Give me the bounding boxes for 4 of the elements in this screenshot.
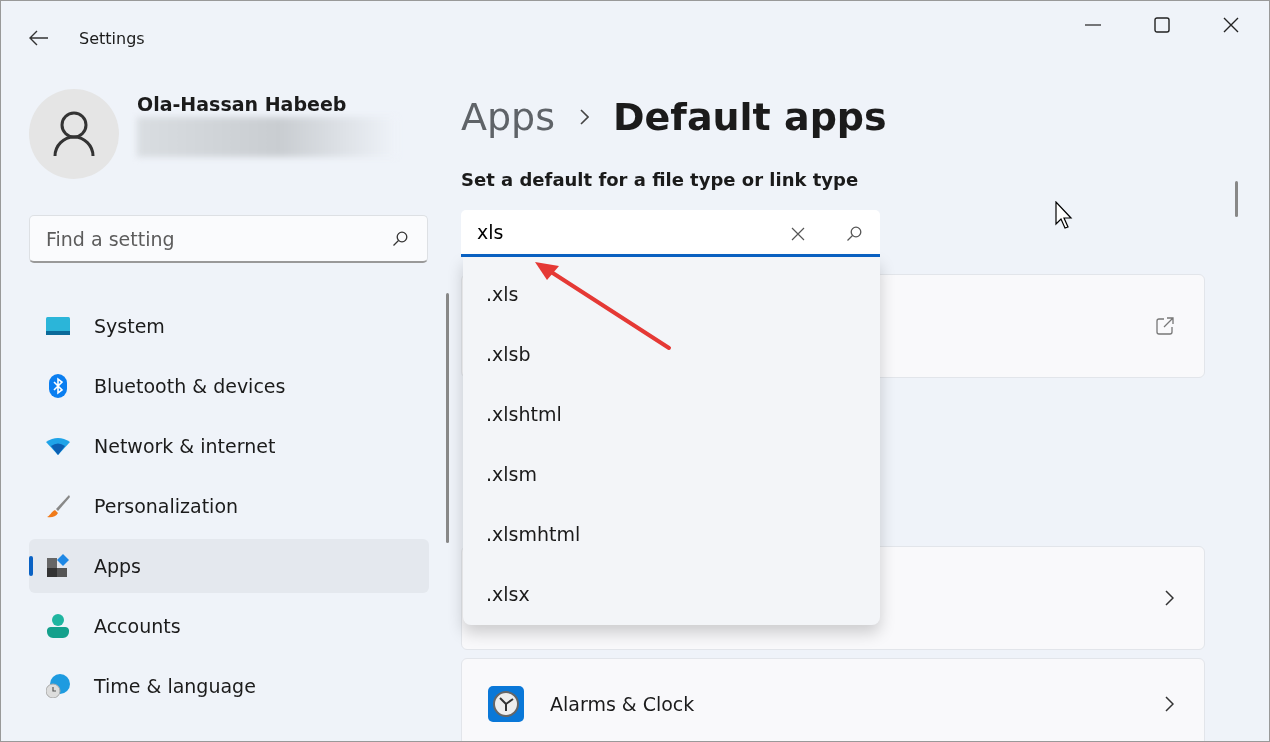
page-title: Default apps (613, 95, 887, 139)
window-title: Settings (79, 28, 145, 48)
section-title: Set a default for a file type or link type (461, 169, 860, 190)
user-name: Ola-Hassan Habeeb (137, 93, 348, 115)
